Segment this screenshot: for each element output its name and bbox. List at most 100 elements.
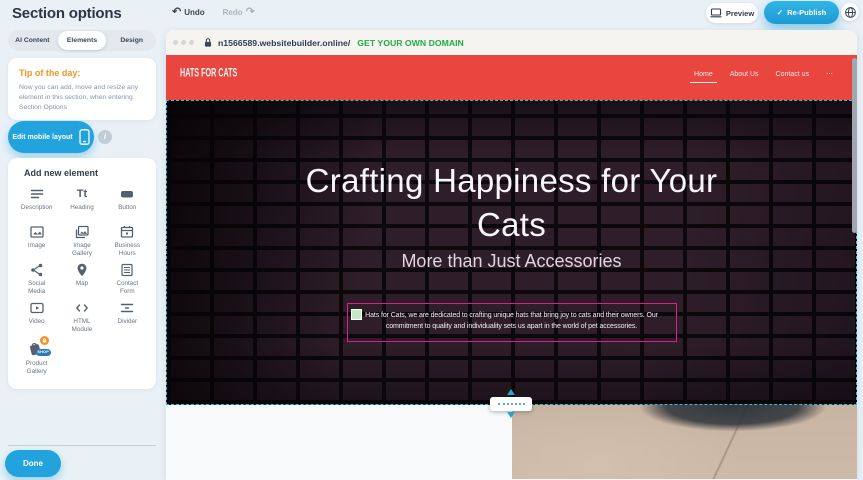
nav-about-us[interactable]: About Us bbox=[730, 71, 759, 78]
add-element-button[interactable]: Button bbox=[105, 186, 150, 224]
add-element-business-hours[interactable]: Business Hours bbox=[105, 224, 150, 262]
product-gallery-icon: SHOP bbox=[27, 338, 47, 358]
button-icon bbox=[119, 186, 135, 202]
nav-home[interactable]: Home bbox=[694, 71, 713, 78]
browser-dot bbox=[181, 40, 186, 45]
tab-elements[interactable]: Elements bbox=[58, 31, 107, 50]
resize-arrow-up-icon bbox=[507, 389, 515, 395]
redo-label: Redo bbox=[223, 8, 243, 17]
panel-tabs: AI Content Elements Design bbox=[8, 30, 156, 51]
tip-of-the-day-card: Tip of the day: Now you can add, move an… bbox=[8, 58, 156, 120]
nav-more-icon[interactable]: ⋯ bbox=[826, 70, 833, 78]
element-label: Description bbox=[21, 204, 53, 212]
preview-scrollbar[interactable] bbox=[852, 58, 857, 233]
element-label: Business Hours bbox=[109, 242, 145, 257]
undo-label: Undo bbox=[184, 8, 204, 17]
shop-badge: SHOP bbox=[36, 349, 51, 356]
undo-button[interactable]: ↶ Undo bbox=[172, 7, 205, 18]
element-label: Social Media bbox=[19, 280, 55, 295]
premium-badge-icon bbox=[40, 336, 49, 345]
social-media-icon bbox=[29, 262, 45, 278]
check-icon: ✓ bbox=[777, 8, 783, 17]
language-globe-button[interactable] bbox=[841, 3, 859, 21]
hero-section-selected[interactable]: Crafting Happiness for Your Cats More th… bbox=[166, 100, 857, 405]
tip-body: Now you can add, move and resize any ele… bbox=[19, 83, 145, 114]
redo-button[interactable]: Redo ↷ bbox=[223, 7, 255, 18]
element-grid: Description Tt Heading Button Image Imag… bbox=[14, 186, 150, 376]
site-logo[interactable]: HATS FOR CATS bbox=[180, 67, 237, 80]
tip-title: Tip of the day: bbox=[19, 68, 145, 78]
add-element-product-gallery[interactable]: SHOP Product Gallery bbox=[14, 338, 59, 376]
nav-contact-us[interactable]: Contact us bbox=[776, 71, 809, 78]
globe-icon bbox=[844, 6, 857, 19]
browser-dot bbox=[189, 40, 194, 45]
done-button[interactable]: Done bbox=[5, 450, 61, 477]
preview-button[interactable]: Preview bbox=[706, 3, 758, 23]
redo-icon: ↷ bbox=[246, 7, 255, 18]
hero-paragraph-box[interactable]: Hats for Cats, we are dedicated to craft… bbox=[347, 303, 677, 342]
add-element-contact-form[interactable]: Contact Form bbox=[105, 262, 150, 300]
add-element-html-module[interactable]: HTML Module bbox=[59, 300, 104, 338]
hero-heading[interactable]: Crafting Happiness for Your Cats bbox=[302, 159, 722, 247]
resize-arrow-down-icon bbox=[507, 412, 515, 418]
element-label: Image Gallery bbox=[64, 242, 100, 257]
element-label: Divider bbox=[118, 318, 138, 326]
edit-mobile-layout-button[interactable]: Edit mobile layout bbox=[8, 121, 94, 153]
add-element-map[interactable]: Map bbox=[59, 262, 104, 300]
element-label: Map bbox=[76, 280, 88, 288]
handle-dots bbox=[498, 403, 525, 405]
undo-redo-group: ↶ Undo Redo ↷ bbox=[172, 7, 255, 18]
site-header: HATS FOR CATS Home About Us Contact us ⋯ bbox=[166, 55, 857, 100]
add-element-title: Add new element bbox=[24, 168, 150, 178]
add-element-divider[interactable]: Divider bbox=[105, 300, 150, 338]
map-pin-icon bbox=[74, 262, 90, 278]
element-label: Video bbox=[29, 318, 45, 326]
add-element-social-media[interactable]: Social Media bbox=[14, 262, 59, 300]
element-label: Heading bbox=[70, 204, 93, 212]
heading-icon: Tt bbox=[77, 186, 87, 202]
element-label: Image bbox=[28, 242, 46, 250]
laptop-icon bbox=[710, 8, 722, 18]
divider-icon bbox=[119, 300, 135, 316]
browser-dot bbox=[173, 40, 178, 45]
get-own-domain-link[interactable]: GET YOUR OWN DOMAIN bbox=[357, 38, 464, 48]
image-gallery-icon bbox=[74, 224, 90, 240]
preview-label: Preview bbox=[726, 9, 754, 18]
add-element-image-gallery[interactable]: Image Gallery bbox=[59, 224, 104, 262]
tab-design[interactable]: Design bbox=[107, 30, 156, 51]
element-label: HTML Module bbox=[64, 318, 100, 333]
panel-divider bbox=[8, 445, 156, 446]
html-module-icon bbox=[74, 300, 90, 316]
browser-address-bar: n1566589.websitebuilder.online/ GET YOUR… bbox=[166, 30, 857, 55]
element-label: Button bbox=[118, 204, 136, 212]
cat-photo bbox=[512, 405, 857, 479]
republish-button[interactable]: ✓ Re-Publish bbox=[764, 1, 839, 24]
add-new-element-card: Add new element Description Tt Heading B… bbox=[8, 158, 156, 389]
contact-form-icon bbox=[119, 262, 135, 278]
element-label: Product Gallery bbox=[19, 360, 55, 375]
site-url: n1566589.websitebuilder.online/ bbox=[218, 38, 350, 48]
video-icon bbox=[29, 300, 45, 316]
site-nav: Home About Us Contact us ⋯ bbox=[694, 70, 833, 78]
add-element-heading[interactable]: Tt Heading bbox=[59, 186, 104, 224]
hero-paragraph: Hats for Cats, we are dedicated to craft… bbox=[356, 311, 668, 333]
business-hours-icon bbox=[119, 224, 135, 240]
lock-icon bbox=[203, 37, 213, 48]
edit-mobile-label: Edit mobile layout bbox=[12, 134, 72, 141]
mobile-phone-icon bbox=[79, 129, 90, 145]
image-icon bbox=[29, 224, 45, 240]
browser-dots bbox=[173, 40, 194, 45]
info-button[interactable]: i bbox=[98, 130, 112, 144]
undo-icon: ↶ bbox=[172, 7, 181, 18]
add-element-video[interactable]: Video bbox=[14, 300, 59, 338]
tab-ai-content[interactable]: AI Content bbox=[8, 30, 57, 51]
republish-label: Re-Publish bbox=[787, 8, 826, 17]
hero-subheading[interactable]: More than Just Accessories bbox=[167, 251, 856, 272]
section-resize-handle[interactable] bbox=[490, 397, 532, 411]
add-element-description[interactable]: Description bbox=[14, 186, 59, 224]
add-element-image[interactable]: Image bbox=[14, 224, 59, 262]
element-label: Contact Form bbox=[109, 280, 145, 295]
page-title: Section options bbox=[12, 5, 122, 22]
element-drag-handle[interactable] bbox=[351, 309, 362, 320]
description-icon bbox=[29, 186, 45, 202]
